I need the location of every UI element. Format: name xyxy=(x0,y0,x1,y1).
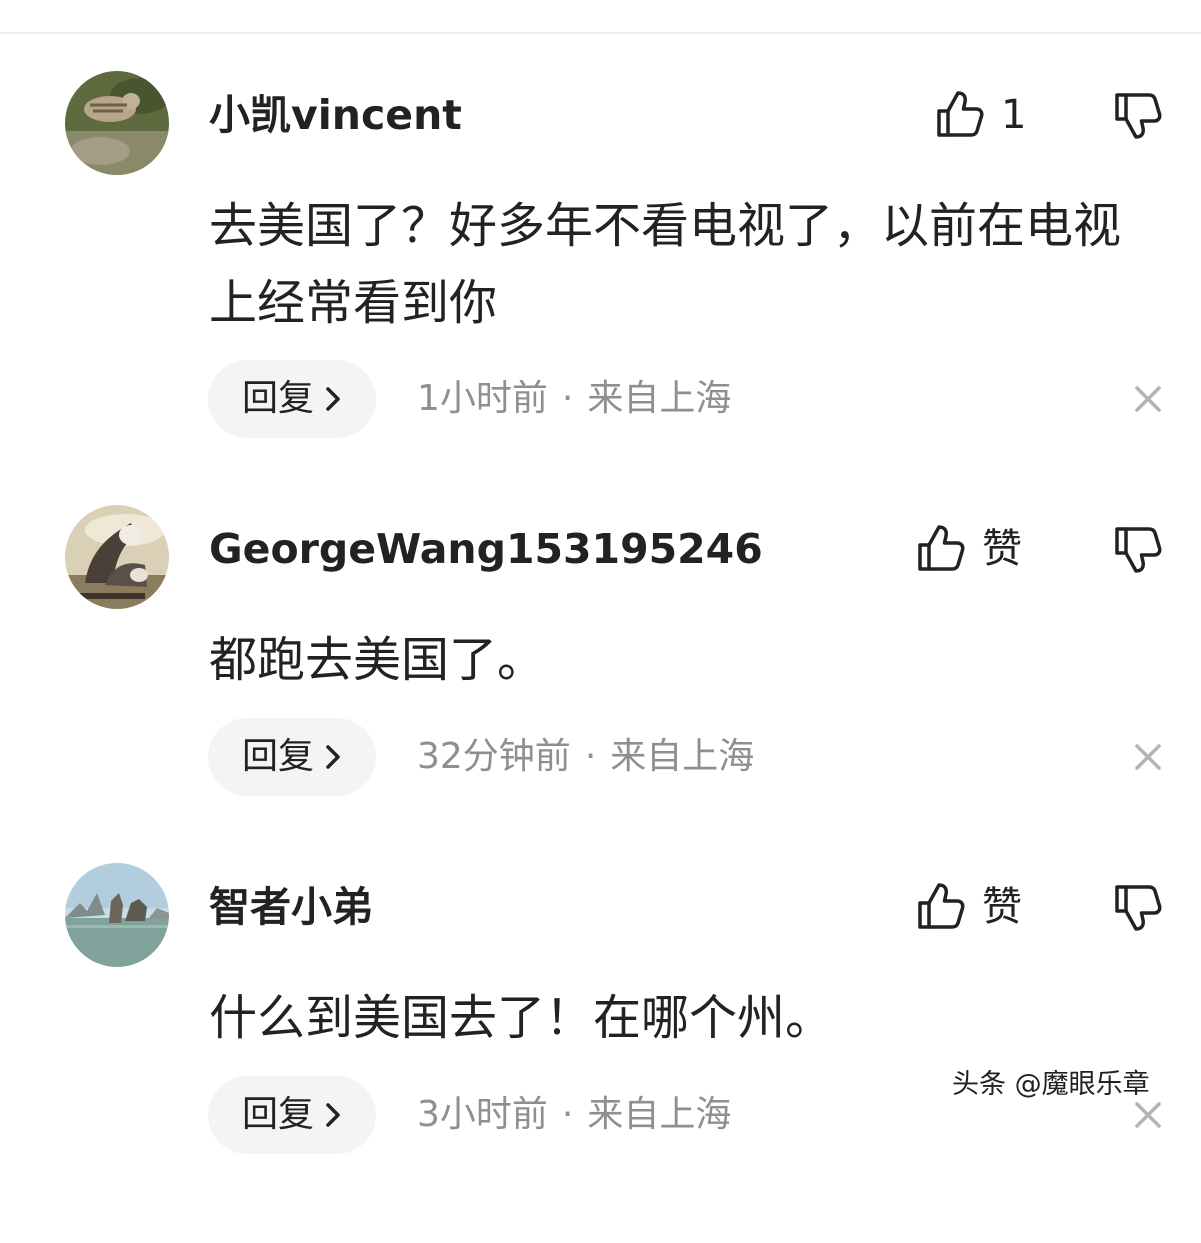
username[interactable]: 智者小弟 xyxy=(209,881,373,933)
watermark: 头条 @魔眼乐章 xyxy=(952,1069,1150,1100)
like-count: 1 xyxy=(1001,92,1027,138)
comment-item: 智者小弟 赞 什么到美国去了！在哪个州。 回复 3小时前 · 来自上海 xyxy=(0,863,1201,1243)
like-label: 赞 xyxy=(982,526,1022,572)
thumbs-up-icon xyxy=(937,91,984,137)
thumbs-up-icon xyxy=(918,883,965,929)
chevron-right-icon xyxy=(326,1103,340,1127)
comment-text: 去美国了？好多年不看电视了，以前在电视上经常看到你 xyxy=(209,198,1122,331)
like-button[interactable]: 赞 xyxy=(916,521,1022,577)
reply-label: 回复 xyxy=(241,378,314,419)
timestamp: 3小时前 xyxy=(417,1094,548,1135)
comment-meta: 3小时前 · 来自上海 xyxy=(417,1093,731,1137)
meta-separator: · xyxy=(561,378,574,419)
close-icon[interactable] xyxy=(1134,1101,1162,1129)
username[interactable]: 小凯vincent xyxy=(209,89,462,141)
location: 来自上海 xyxy=(587,1094,732,1135)
comment-meta: 32分钟前 · 来自上海 xyxy=(417,735,754,779)
like-button[interactable]: 1 xyxy=(935,87,1026,143)
chevron-right-icon xyxy=(326,745,340,769)
comment-item: 小凯vincent 1 去美国了？好多年不看电视了，以前在电视上经常看到你 回复… xyxy=(0,71,1201,451)
comment-text: 都跑去美国了。 xyxy=(209,632,546,688)
timestamp: 32分钟前 xyxy=(417,736,571,777)
meta-separator: · xyxy=(584,736,597,777)
comment-item: GeorgeWang153195246 赞 都跑去美国了。 回复 32分钟前 · 来… xyxy=(0,505,1201,885)
avatar[interactable] xyxy=(65,863,169,967)
thumbs-down-icon[interactable] xyxy=(1113,524,1163,574)
meta-separator: · xyxy=(561,1094,574,1135)
chevron-right-icon xyxy=(326,387,340,411)
thumbs-up-icon xyxy=(918,525,965,571)
comment-text: 什么到美国去了！在哪个州。 xyxy=(209,990,834,1046)
thumbs-down-icon[interactable] xyxy=(1113,882,1163,932)
like-button[interactable]: 赞 xyxy=(916,879,1022,935)
avatar[interactable] xyxy=(65,71,169,175)
location: 来自上海 xyxy=(610,736,755,777)
thumbs-down-icon[interactable] xyxy=(1113,90,1163,140)
comment-meta: 1小时前 · 来自上海 xyxy=(417,377,731,421)
username[interactable]: GeorgeWang153195246 xyxy=(209,523,763,575)
top-divider xyxy=(0,32,1201,34)
close-icon[interactable] xyxy=(1134,743,1162,771)
avatar[interactable] xyxy=(65,505,169,609)
timestamp: 1小时前 xyxy=(417,378,548,419)
like-label: 赞 xyxy=(982,884,1022,930)
reply-label: 回复 xyxy=(241,736,314,777)
reply-button[interactable]: 回复 xyxy=(208,360,376,438)
reply-label: 回复 xyxy=(241,1094,314,1135)
reply-button[interactable]: 回复 xyxy=(208,718,376,796)
close-icon[interactable] xyxy=(1134,385,1162,413)
location: 来自上海 xyxy=(587,378,732,419)
reply-button[interactable]: 回复 xyxy=(208,1076,376,1154)
